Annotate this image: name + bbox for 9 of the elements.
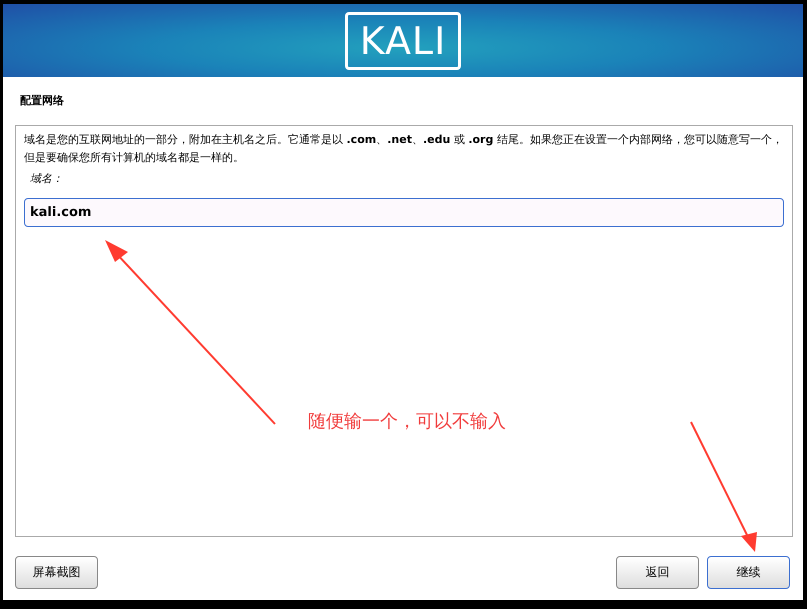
- annotation-text: 随便输一个，可以不输入: [308, 410, 506, 433]
- screenshot-button[interactable]: 屏幕截图: [15, 556, 98, 589]
- domain-input-field[interactable]: kali.com: [24, 198, 784, 227]
- logo: KALI: [344, 12, 462, 70]
- continue-button[interactable]: 继续: [707, 556, 790, 589]
- description: 域名是您的互联网地址的一部分，附加在主机名之后。它通常是以 .com、.net、.edu 或 .org 结尾。如果您正在设置一个内部网络，您可以随意写一个，但是要确保您所有计算机的域名都是一样的。: [24, 132, 784, 166]
- field-label: 域名：: [30, 171, 64, 186]
- page-title: 配置网络: [19, 93, 65, 109]
- back-button[interactable]: 返回: [616, 556, 699, 589]
